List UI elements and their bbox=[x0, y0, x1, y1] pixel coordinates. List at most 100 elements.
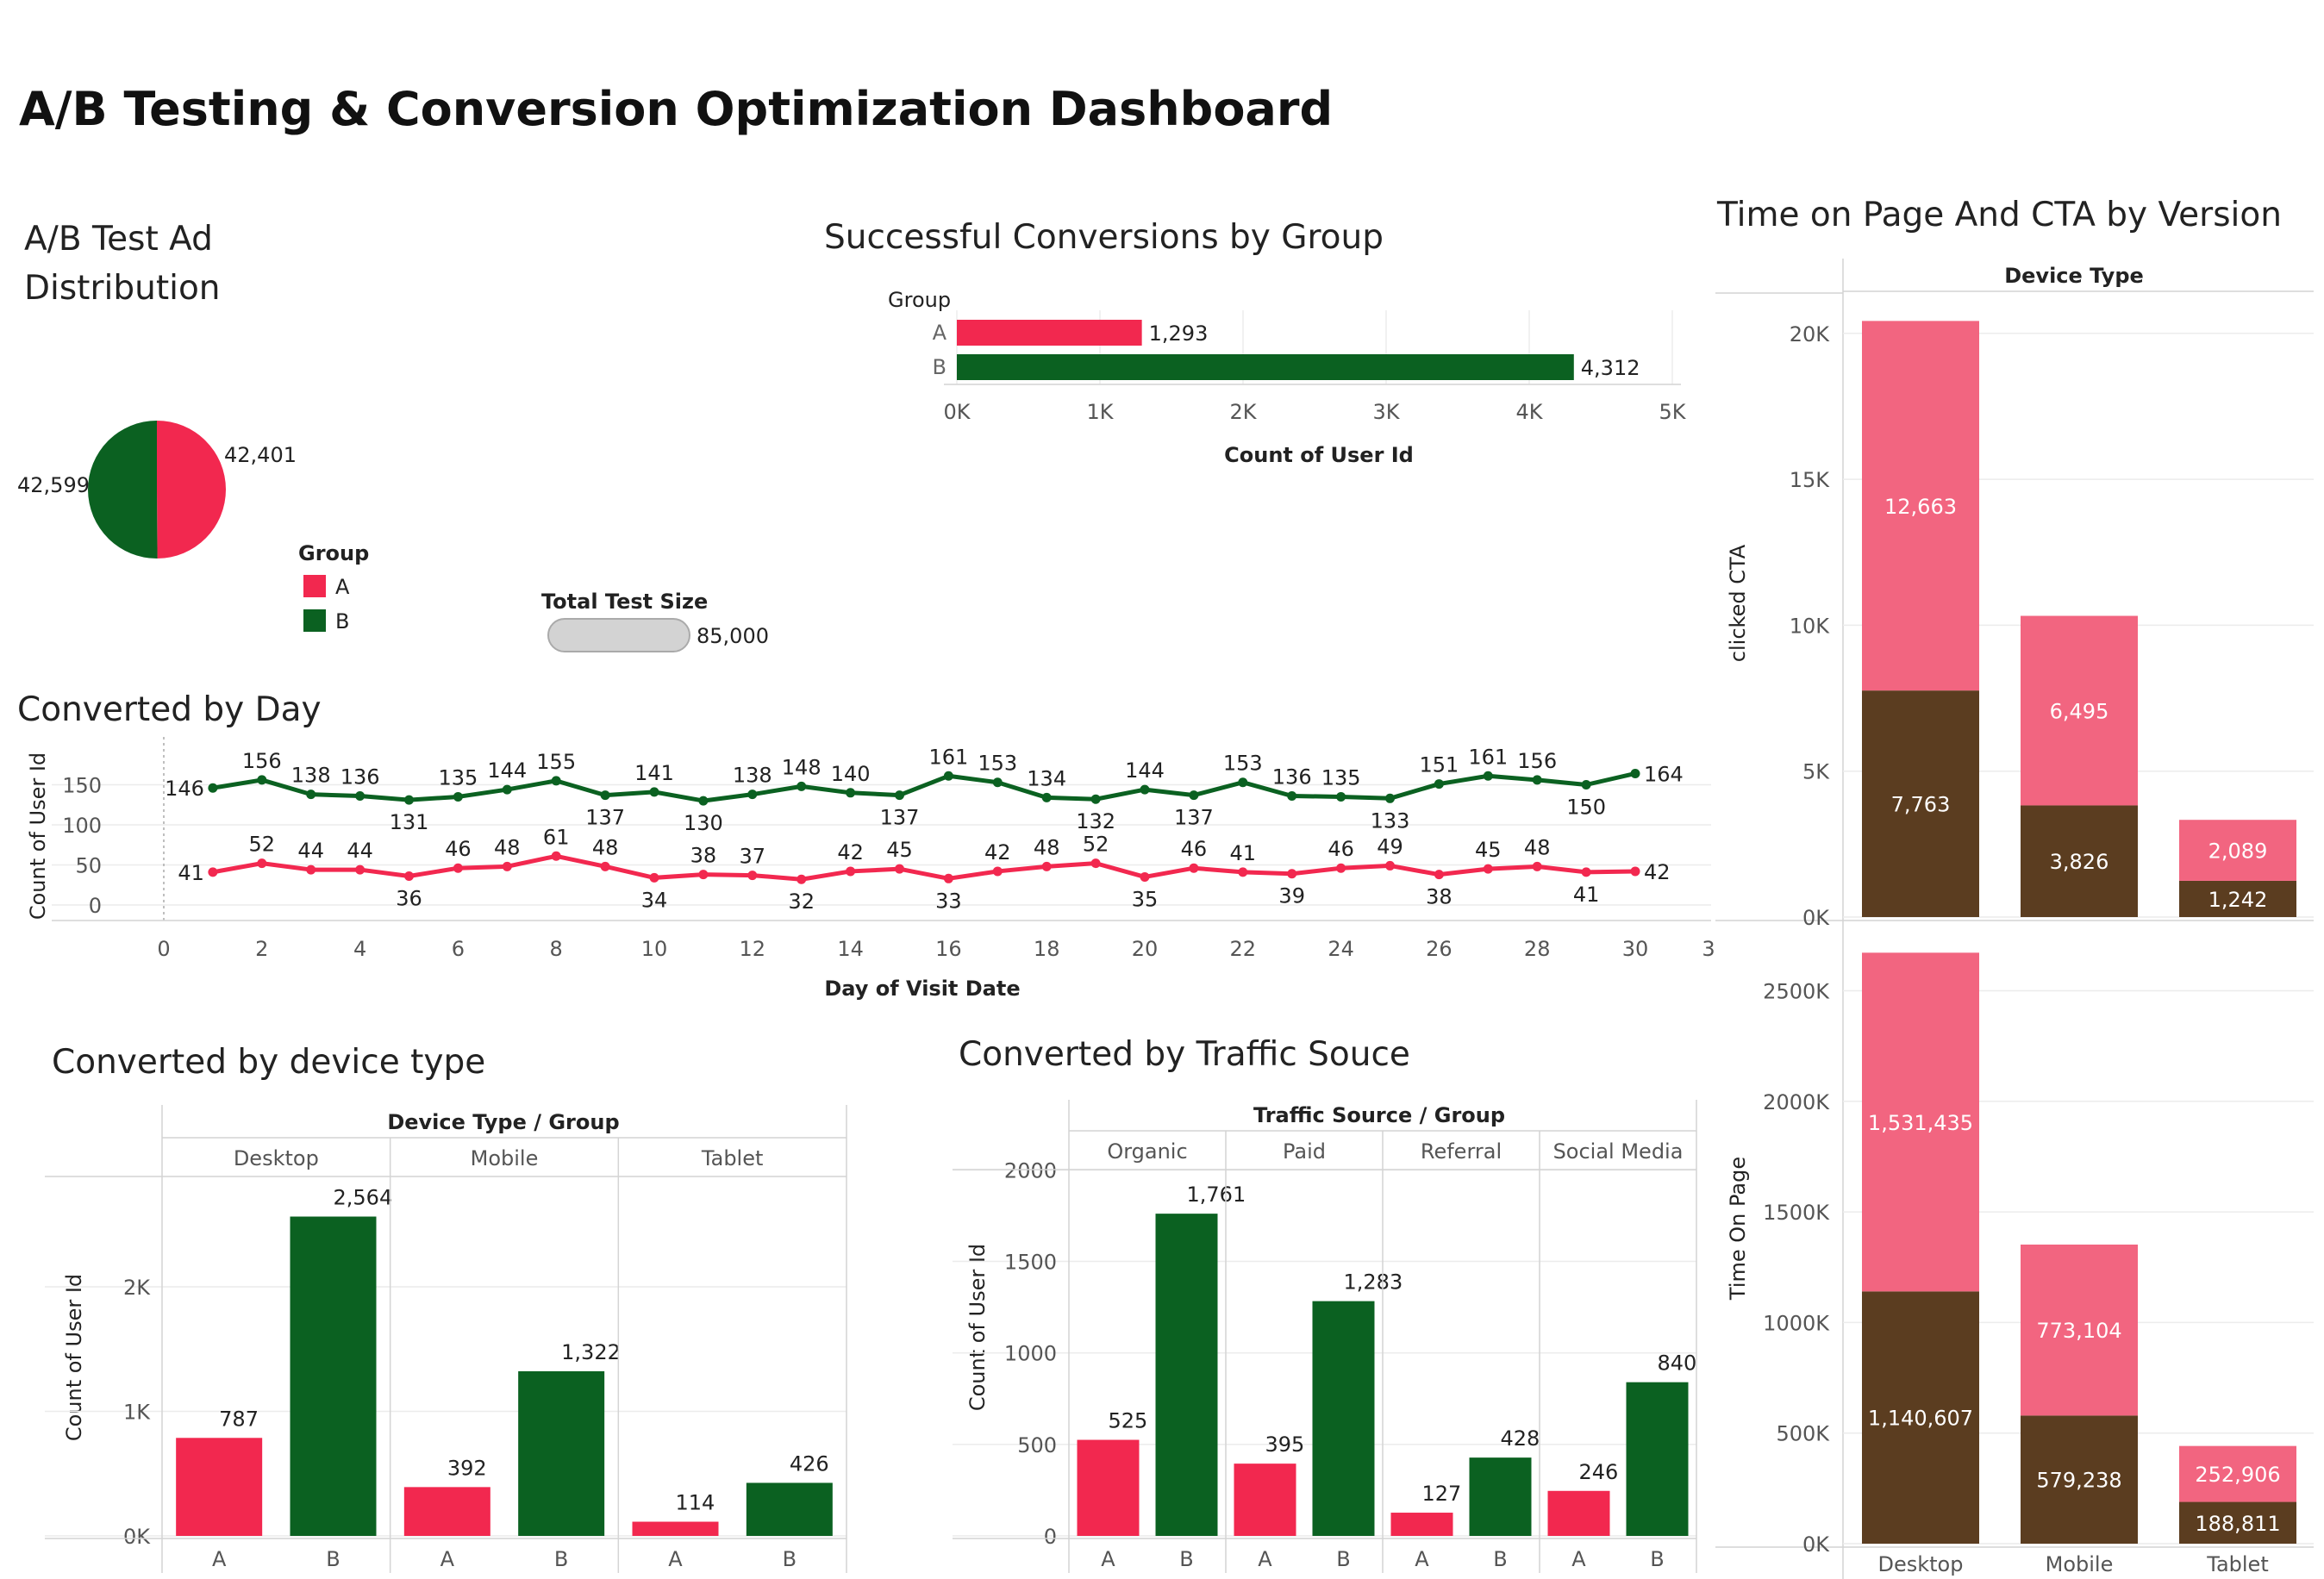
device-pane-label: Desktop bbox=[234, 1146, 319, 1170]
line-point-b[interactable] bbox=[1238, 777, 1248, 788]
line-point-a[interactable] bbox=[1090, 858, 1101, 869]
line-point-b[interactable] bbox=[404, 795, 414, 805]
tcta-y-tick: 20K bbox=[1790, 322, 1831, 346]
line-point-a[interactable] bbox=[1434, 870, 1444, 880]
line-point-b[interactable] bbox=[1287, 791, 1297, 802]
traffic-y-tick: 0 bbox=[1044, 1525, 1057, 1549]
line-point-b[interactable] bbox=[257, 775, 267, 785]
line-point-a[interactable] bbox=[257, 858, 267, 869]
traffic-x-tick: B bbox=[1336, 1547, 1350, 1571]
line-data-label-b: 136 bbox=[340, 765, 380, 790]
line-point-a[interactable] bbox=[846, 866, 856, 877]
line-point-a[interactable] bbox=[453, 863, 463, 873]
line-point-b[interactable] bbox=[1434, 779, 1444, 790]
line-point-a[interactable] bbox=[895, 864, 904, 874]
line-point-a[interactable] bbox=[306, 864, 316, 875]
line-point-b[interactable] bbox=[1581, 780, 1591, 790]
line-point-a[interactable] bbox=[1483, 864, 1493, 874]
line-point-b[interactable] bbox=[895, 790, 904, 801]
hbar-bar-a[interactable] bbox=[957, 320, 1142, 346]
line-point-a[interactable] bbox=[502, 861, 512, 871]
distribution-title-line1: A/B Test Ad bbox=[24, 220, 213, 259]
traffic-bar-b[interactable] bbox=[1312, 1301, 1375, 1536]
line-point-b[interactable] bbox=[600, 790, 610, 801]
line-point-b[interactable] bbox=[698, 796, 709, 806]
traffic-bar-b[interactable] bbox=[1155, 1214, 1218, 1536]
line-point-a[interactable] bbox=[1041, 861, 1052, 871]
line-point-b[interactable] bbox=[1532, 775, 1542, 785]
device-bar-a[interactable] bbox=[632, 1521, 719, 1536]
time-on-page-ylabel: Time On Page bbox=[1726, 1157, 1750, 1301]
traffic-bar-a[interactable] bbox=[1390, 1513, 1453, 1536]
device-x-tick: B bbox=[326, 1547, 340, 1571]
line-point-b[interactable] bbox=[992, 777, 1003, 788]
line-point-b[interactable] bbox=[453, 791, 463, 802]
distribution-title-line2: Distribution bbox=[24, 269, 221, 308]
line-data-label-b: 150 bbox=[1566, 796, 1606, 820]
line-point-a[interactable] bbox=[208, 867, 218, 877]
device-bar-b[interactable] bbox=[746, 1482, 833, 1536]
hbar-bar-b[interactable] bbox=[957, 354, 1574, 380]
line-point-a[interactable] bbox=[1287, 869, 1297, 879]
line-point-a[interactable] bbox=[797, 874, 807, 884]
traffic-bar-a[interactable] bbox=[1077, 1439, 1140, 1536]
traffic-bar-a[interactable] bbox=[1234, 1464, 1296, 1536]
line-point-b[interactable] bbox=[1140, 784, 1150, 795]
line-point-b[interactable] bbox=[747, 790, 758, 800]
tcta-x-tick: Tablet bbox=[2206, 1552, 2268, 1576]
line-point-a[interactable] bbox=[404, 871, 414, 882]
traffic-bar-a[interactable] bbox=[1547, 1490, 1610, 1536]
line-point-a[interactable] bbox=[600, 861, 610, 871]
line-point-b[interactable] bbox=[306, 790, 316, 800]
line-point-b[interactable] bbox=[1385, 793, 1395, 803]
line-point-b[interactable] bbox=[1483, 771, 1493, 781]
line-point-b[interactable] bbox=[355, 791, 365, 802]
line-data-label-b: 135 bbox=[1321, 765, 1361, 790]
line-point-a[interactable] bbox=[698, 870, 709, 880]
line-point-a[interactable] bbox=[551, 851, 561, 861]
tcta-y-tick: 1000K bbox=[1763, 1311, 1830, 1335]
line-point-a[interactable] bbox=[1189, 863, 1199, 873]
line-point-b[interactable] bbox=[502, 784, 512, 795]
line-point-b[interactable] bbox=[846, 788, 856, 798]
traffic-value-label: 246 bbox=[1579, 1460, 1619, 1484]
traffic-value-label: 1,283 bbox=[1344, 1270, 1403, 1295]
line-point-a[interactable] bbox=[1385, 860, 1395, 871]
line-point-a[interactable] bbox=[1581, 867, 1591, 877]
device-bar-b[interactable] bbox=[518, 1370, 605, 1536]
line-point-b[interactable] bbox=[1630, 768, 1640, 778]
line-point-b[interactable] bbox=[208, 783, 218, 793]
line-point-b[interactable] bbox=[1090, 794, 1101, 804]
line-point-b[interactable] bbox=[551, 776, 561, 786]
pie-slice-b[interactable] bbox=[88, 421, 158, 559]
line-point-b[interactable] bbox=[943, 771, 953, 781]
line-point-a[interactable] bbox=[355, 864, 365, 875]
line-point-b[interactable] bbox=[797, 781, 807, 791]
line-point-a[interactable] bbox=[992, 866, 1003, 877]
legend-swatch-b[interactable] bbox=[303, 609, 326, 632]
line-point-b[interactable] bbox=[1336, 791, 1346, 802]
device-bar-b[interactable] bbox=[290, 1216, 377, 1536]
line-point-a[interactable] bbox=[943, 873, 953, 883]
line-point-b[interactable] bbox=[1189, 790, 1199, 801]
conversions-by-group-chart: 0K 1K 2K 3K 4K 5K A 1,293 B 4,312 bbox=[933, 310, 1687, 424]
traffic-bar-b[interactable] bbox=[1469, 1457, 1532, 1536]
line-point-b[interactable] bbox=[649, 787, 659, 797]
distribution-pie[interactable]: 42,401 42,599 bbox=[17, 421, 297, 559]
legend-swatch-a[interactable] bbox=[303, 575, 326, 597]
line-point-a[interactable] bbox=[1140, 871, 1150, 882]
line-point-a[interactable] bbox=[1336, 863, 1346, 873]
device-bar-a[interactable] bbox=[176, 1438, 263, 1536]
line-point-a[interactable] bbox=[747, 871, 758, 881]
line-series-b[interactable] bbox=[212, 771, 1636, 803]
device-bar-a[interactable] bbox=[403, 1487, 490, 1536]
pie-slice-a[interactable] bbox=[157, 421, 227, 559]
line-point-a[interactable] bbox=[1630, 866, 1640, 877]
line-point-a[interactable] bbox=[649, 872, 659, 883]
line-series-a[interactable] bbox=[212, 853, 1636, 882]
traffic-bar-b[interactable] bbox=[1626, 1382, 1689, 1536]
line-point-a[interactable] bbox=[1532, 861, 1542, 871]
line-point-a[interactable] bbox=[1238, 867, 1248, 877]
line-point-b[interactable] bbox=[1041, 792, 1052, 802]
hbar-value-label-b: 4,312 bbox=[1581, 356, 1640, 380]
